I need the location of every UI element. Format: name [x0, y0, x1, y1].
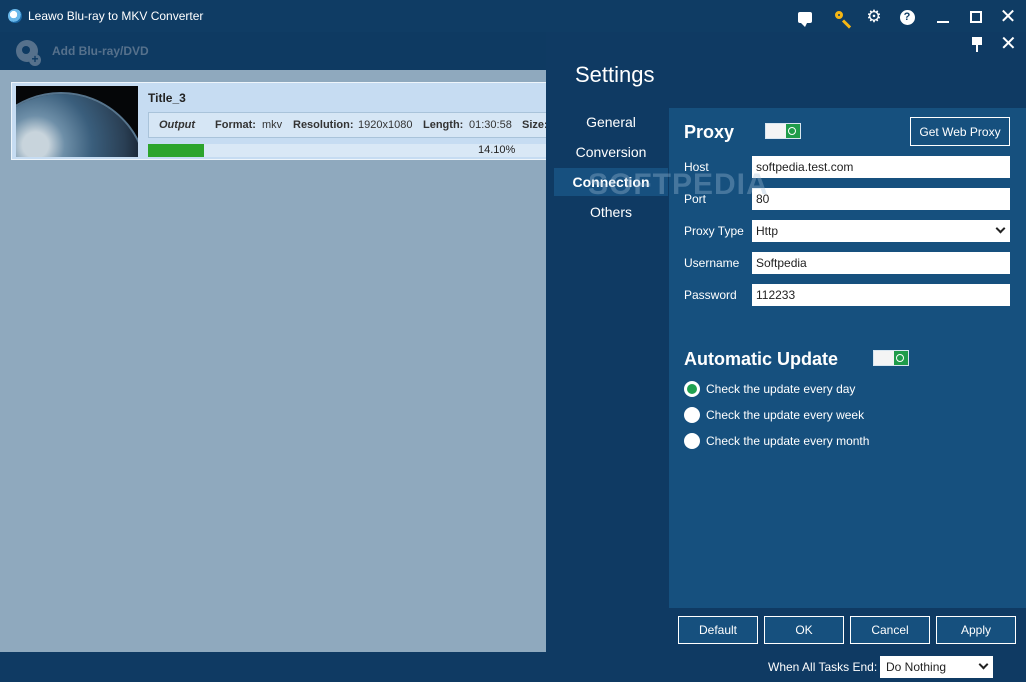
radio-icon[interactable] — [684, 433, 700, 449]
proxy-title: Proxy — [684, 122, 735, 142]
update-weekly-option[interactable]: Check the update every week — [684, 406, 864, 424]
progress-bar: 14.10% — [148, 144, 546, 157]
port-input[interactable]: 80 — [752, 188, 1010, 210]
proxy-type-select[interactable]: Http — [752, 220, 1010, 242]
update-daily-option[interactable]: Check the update every day — [684, 380, 855, 398]
proxy-type-label: Proxy Type — [684, 224, 744, 238]
progress-text: 14.10% — [478, 144, 516, 156]
resolution-value: 1920x1080 — [358, 119, 413, 131]
radio-checked-icon[interactable] — [684, 381, 700, 397]
length-label: Length: — [423, 119, 464, 131]
format-value: mkv — [262, 119, 283, 131]
tasks-end-label: When All Tasks End: — [768, 660, 878, 674]
progress-fill — [148, 144, 205, 157]
cancel-button[interactable]: Cancel — [850, 616, 930, 644]
update-weekly-label: Check the update every week — [706, 408, 865, 422]
settings-close-icon[interactable]: ✕ — [1000, 33, 1017, 55]
get-web-proxy-button[interactable]: Get Web Proxy — [910, 117, 1010, 146]
pin-icon[interactable] — [970, 36, 984, 52]
nav-others[interactable]: Others — [554, 198, 668, 226]
host-input[interactable]: softpedia.test.com — [752, 156, 1010, 178]
format-label: Format: — [215, 119, 256, 131]
tasks-end-value: Do Nothing — [886, 660, 947, 674]
settings-dialog: ✕ Settings General Conversion Connection… — [546, 32, 1026, 652]
main-toolbar: Add Blu-ray/DVD — [0, 32, 546, 70]
radio-icon[interactable] — [684, 407, 700, 423]
password-input[interactable]: 112233 — [752, 284, 1010, 306]
add-bluray-button[interactable]: Add Blu-ray/DVD — [52, 44, 149, 58]
output-label: Output — [159, 119, 196, 131]
automatic-update-title: Automatic Update — [684, 349, 839, 369]
ok-button[interactable]: OK — [764, 616, 844, 644]
proxy-toggle[interactable] — [765, 123, 801, 139]
chat-icon[interactable] — [796, 8, 814, 27]
task-title: Title_3 — [148, 91, 186, 105]
tasks-end-select[interactable]: Do Nothing — [880, 656, 993, 678]
task-list-area: Title_3 Output Format: mkv Resolution: 1… — [0, 70, 546, 652]
update-daily-label: Check the update every day — [706, 382, 856, 396]
username-input[interactable]: Softpedia — [752, 252, 1010, 274]
nav-general[interactable]: General — [554, 108, 668, 136]
gear-icon[interactable]: ⚙ — [865, 8, 883, 26]
default-button[interactable]: Default — [678, 616, 758, 644]
title-bar: Leawo Blu-ray to MKV Converter ⚙ ? ✕ — [0, 0, 1026, 32]
username-label: Username — [684, 256, 740, 270]
add-disc-icon[interactable] — [16, 40, 41, 66]
status-bar: When All Tasks End: Do Nothing — [0, 652, 1026, 682]
update-monthly-option[interactable]: Check the update every month — [684, 432, 869, 450]
window-title: Leawo Blu-ray to MKV Converter — [28, 9, 204, 23]
nav-conversion[interactable]: Conversion — [554, 138, 668, 166]
maximize-icon[interactable] — [967, 8, 985, 26]
password-label: Password — [684, 288, 737, 302]
chevron-down-icon — [978, 659, 989, 670]
chevron-down-icon — [995, 223, 1006, 234]
update-toggle[interactable] — [873, 350, 909, 366]
key-icon[interactable] — [832, 8, 850, 26]
video-thumbnail — [16, 86, 138, 157]
output-info-box: Output Format: mkv Resolution: 1920x1080… — [148, 112, 546, 138]
proxy-type-value: Http — [756, 224, 779, 238]
apply-button[interactable]: Apply — [936, 616, 1016, 644]
settings-title: Settings — [575, 62, 655, 87]
softpedia-watermark: SOFTPEDIA — [588, 168, 769, 201]
update-monthly-label: Check the update every month — [706, 434, 870, 448]
length-value: 01:30:58 — [469, 119, 512, 131]
close-icon[interactable]: ✕ — [999, 7, 1017, 27]
app-logo-icon — [8, 9, 22, 23]
task-item[interactable]: Title_3 Output Format: mkv Resolution: 1… — [11, 82, 546, 160]
help-icon[interactable]: ? — [898, 8, 916, 26]
resolution-label: Resolution: — [293, 119, 354, 131]
size-label: Size: — [522, 119, 546, 131]
minimize-icon[interactable] — [934, 8, 952, 26]
